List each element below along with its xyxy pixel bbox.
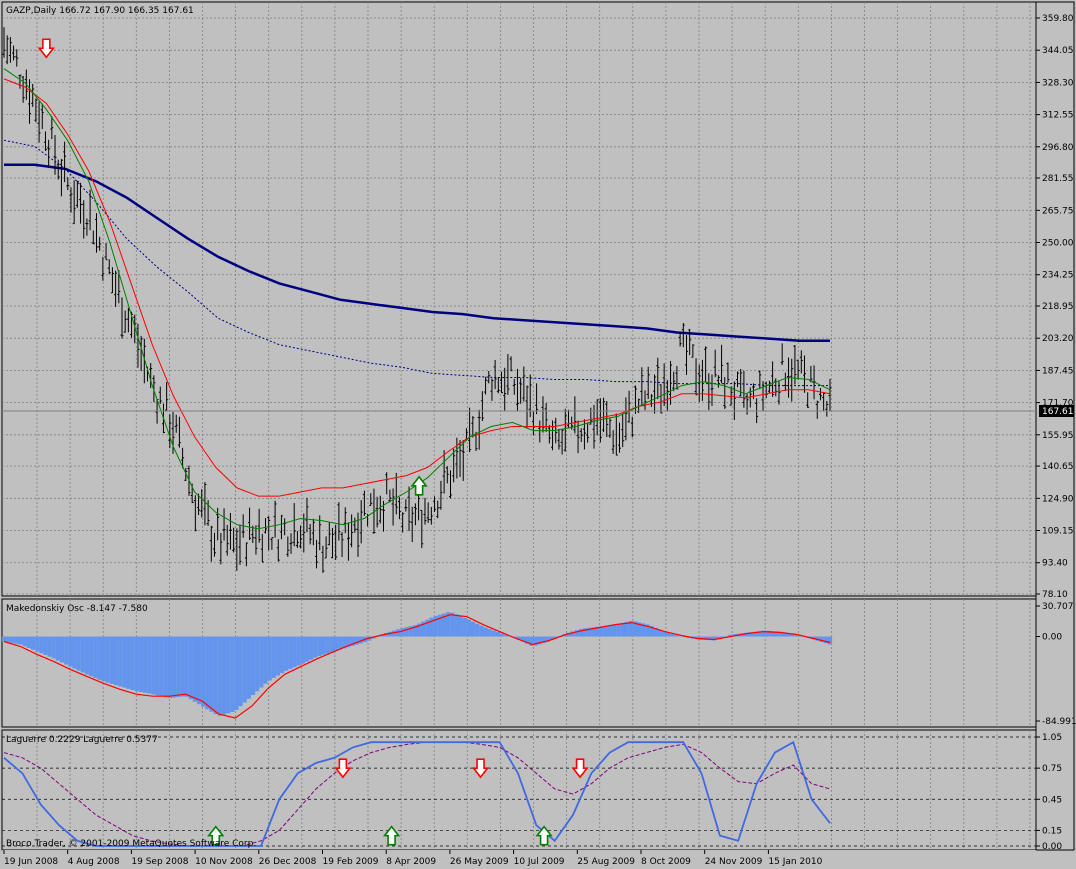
osc-header: Makedonskiy Osc -8.147 -7.580	[6, 604, 148, 614]
y-tick-label: 78.10	[1042, 590, 1068, 600]
x-tick-label: 19 Jun 2008	[4, 857, 58, 867]
x-tick-label: 24 Nov 2009	[705, 857, 763, 867]
y-tick-label: 218.95	[1042, 302, 1074, 312]
x-tick-label: 25 Aug 2009	[577, 857, 635, 867]
y-tick-label: 265.75	[1042, 206, 1074, 216]
y-tick-label: 0.15	[1042, 826, 1062, 836]
y-tick-label: 187.45	[1042, 366, 1074, 376]
x-tick-label: 26 Dec 2008	[259, 857, 317, 867]
y-tick-label: 250.00	[1042, 239, 1074, 249]
y-tick-label: 109.15	[1042, 527, 1074, 537]
chart-window: 167.61 GAZP,Daily 166.72 167.90 166.35 1…	[1, 1, 1076, 868]
y-tick-label: 0.00	[1042, 633, 1062, 643]
x-tick-label: 10 Jul 2009	[514, 857, 565, 867]
y-tick-label: 1.05	[1042, 733, 1062, 743]
x-tick-label: 26 May 2009	[450, 857, 509, 867]
y-tick-label: 93.40	[1042, 559, 1068, 569]
y-tick-label: -84.991	[1042, 717, 1076, 727]
watermark: Broco Trader, © 2001-2009 MetaQuotes Sof…	[6, 839, 256, 849]
y-tick-label: 359.80	[1042, 14, 1074, 24]
y-tick-label: 171.70	[1042, 399, 1074, 409]
y-tick-label: 124.90	[1042, 494, 1074, 504]
main-header: GAZP,Daily 166.72 167.90 166.35 167.61	[6, 6, 194, 16]
y-tick-label: 140.65	[1042, 462, 1074, 472]
y-tick-label: 344.05	[1042, 46, 1074, 56]
y-tick-label: 30.707	[1042, 602, 1074, 612]
y-tick-label: 0.75	[1042, 764, 1062, 774]
y-tick-label: 281.55	[1042, 174, 1074, 184]
laguerre-panel[interactable]	[1, 729, 1037, 851]
x-tick-label: 8 Oct 2009	[641, 857, 691, 867]
x-tick-label: 19 Feb 2009	[323, 857, 379, 867]
y-tick-label: 296.80	[1042, 143, 1074, 153]
main-panel[interactable]	[1, 1, 1037, 597]
y-tick-label: 234.25	[1042, 271, 1074, 281]
x-tick-label: 8 Apr 2009	[386, 857, 436, 867]
y-tick-label: 0.45	[1042, 795, 1062, 805]
x-tick-label: 19 Sep 2008	[131, 857, 188, 867]
y-tick-label: 312.55	[1042, 111, 1074, 121]
x-tick-label: 4 Aug 2008	[68, 857, 120, 867]
y-tick-label: 203.20	[1042, 334, 1074, 344]
x-tick-label: 15 Jan 2010	[768, 857, 822, 867]
x-tick-label: 10 Nov 2008	[195, 857, 253, 867]
y-tick-label: 0.00	[1042, 842, 1062, 852]
laguerre-header: Laguerre 0.2229 Laguerre 0.5377	[6, 735, 158, 745]
y-tick-label: 328.30	[1042, 78, 1074, 88]
y-tick-label: 155.95	[1042, 431, 1074, 441]
